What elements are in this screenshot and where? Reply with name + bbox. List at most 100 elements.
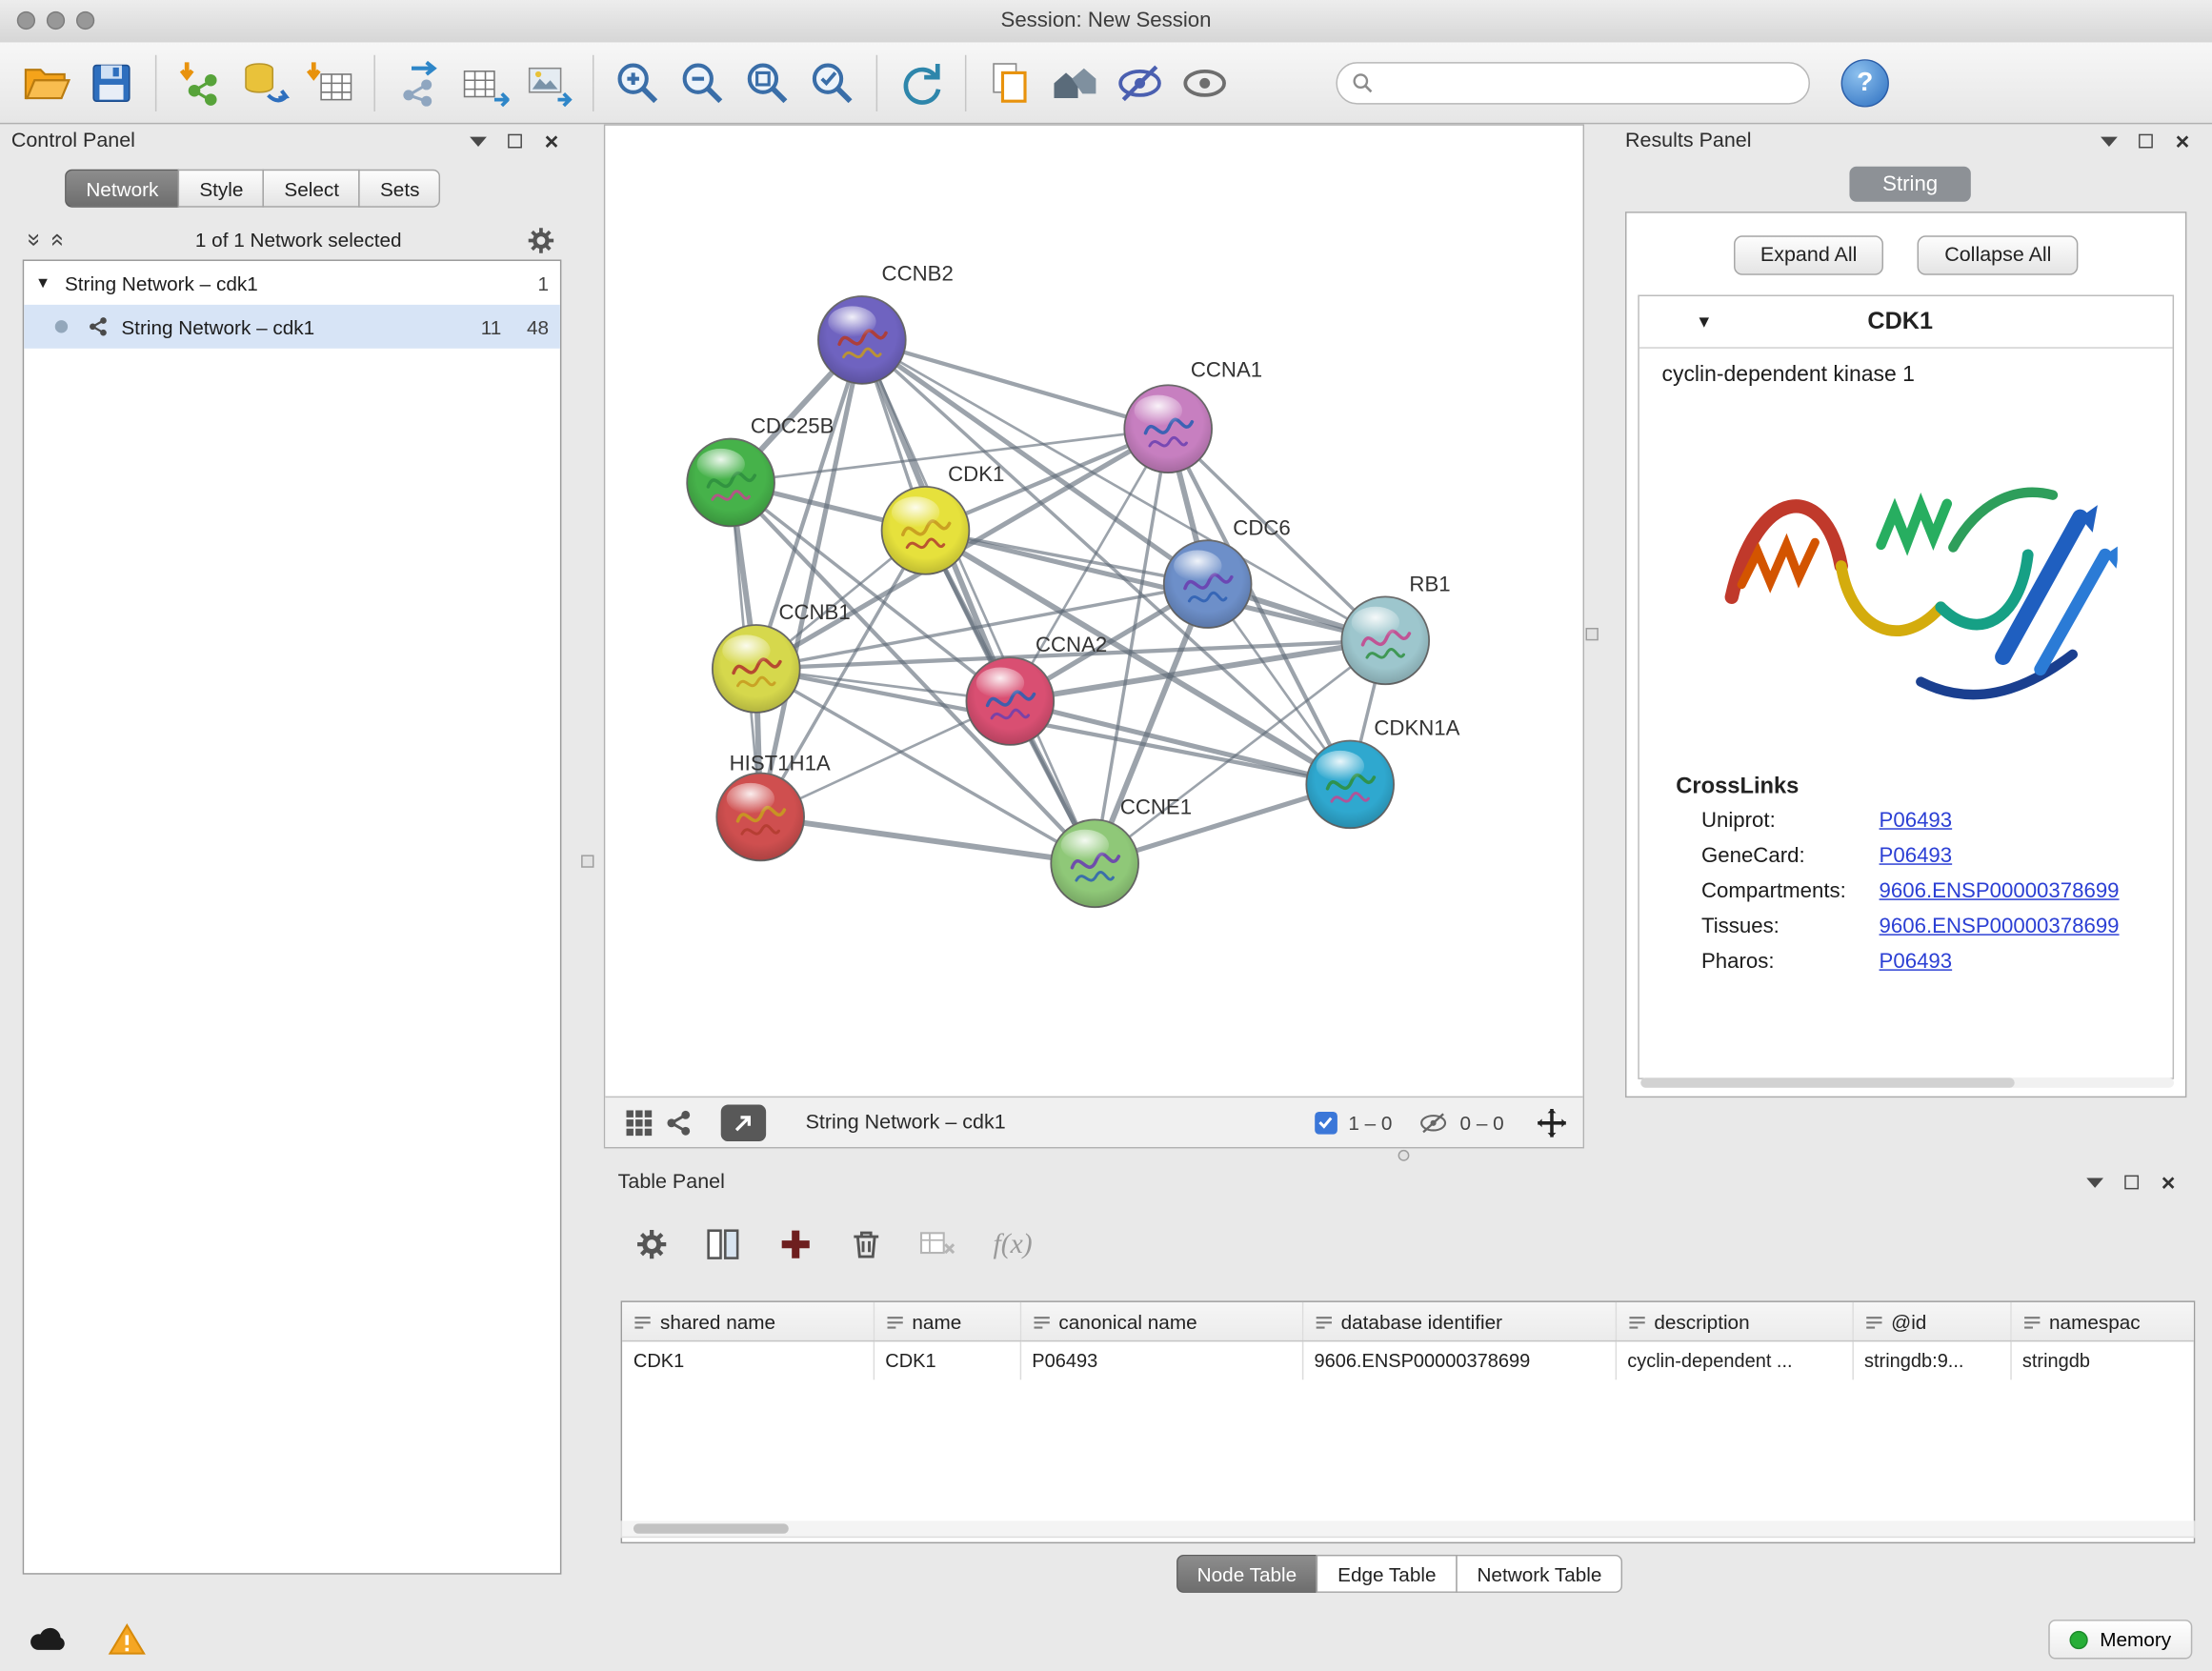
table-cell[interactable]: cyclin-dependent ... xyxy=(1616,1341,1853,1380)
network-node-hist1h1a[interactable]: HIST1H1A xyxy=(716,752,831,861)
control-panel-float-icon[interactable] xyxy=(502,129,528,154)
expand-all-networks-icon[interactable]: « xyxy=(18,227,47,252)
table-cell[interactable]: CDK1 xyxy=(874,1341,1020,1380)
control-panel-close-icon[interactable]: × xyxy=(539,129,565,154)
create-column-plus-icon[interactable] xyxy=(778,1227,813,1261)
refresh-view-button[interactable] xyxy=(889,50,954,115)
network-node-rb1[interactable]: RB1 xyxy=(1341,572,1450,684)
column-header-namespac[interactable]: namespac xyxy=(2010,1302,2195,1341)
open-in-browser-button[interactable] xyxy=(721,1104,766,1141)
memory-button[interactable]: Memory xyxy=(2049,1620,2192,1659)
import-table-button[interactable] xyxy=(297,50,362,115)
table-horizontal-scrollbar[interactable] xyxy=(621,1520,2196,1538)
network-node-ccna1[interactable]: CCNA1 xyxy=(1124,357,1262,473)
crosslink-link[interactable]: P06493 xyxy=(1880,844,1953,868)
birds-eye-view-icon[interactable] xyxy=(619,1104,658,1141)
control-panel-collapse-icon[interactable] xyxy=(466,129,492,154)
warnings-button[interactable] xyxy=(99,1617,155,1661)
tab-network[interactable]: Network xyxy=(65,170,179,208)
network-view[interactable]: CCNB2CCNA1CDC25BCDK1CDC6RB1CCNB1CCNA2CDK… xyxy=(604,124,1584,1148)
crosslink-link[interactable]: 9606.ENSP00000378699 xyxy=(1880,915,2120,938)
cloud-status-button[interactable] xyxy=(20,1617,76,1661)
expand-all-button[interactable]: Expand All xyxy=(1734,235,1884,274)
save-session-button[interactable] xyxy=(79,50,144,115)
show-columns-icon[interactable] xyxy=(705,1227,742,1261)
network-row-selected[interactable]: String Network – cdk1 11 48 xyxy=(24,305,560,349)
results-panel-close-icon[interactable]: × xyxy=(2170,129,2196,154)
tab-style[interactable]: Style xyxy=(178,170,265,208)
network-node-ccnb2[interactable]: CCNB2 xyxy=(818,262,954,384)
gene-card-expander-icon[interactable]: ▼ xyxy=(1696,312,1713,332)
collapse-all-button[interactable]: Collapse All xyxy=(1918,235,2078,274)
new-table-button[interactable] xyxy=(452,50,516,115)
network-share-icon[interactable] xyxy=(659,1104,698,1141)
first-neighbors-button[interactable] xyxy=(1042,50,1107,115)
tab-edge-table[interactable]: Edge Table xyxy=(1317,1555,1458,1593)
crosslink-link[interactable]: P06493 xyxy=(1880,950,1953,974)
crosslinks-title: CrossLinks xyxy=(1639,760,2173,802)
crosslink-link[interactable]: P06493 xyxy=(1880,809,1953,833)
delete-column-trash-icon[interactable] xyxy=(850,1227,884,1261)
table-panel-close-icon[interactable]: × xyxy=(2156,1170,2182,1196)
string-results-tab[interactable]: String xyxy=(1849,167,1970,202)
export-image-button[interactable] xyxy=(516,50,581,115)
table-cell[interactable]: P06493 xyxy=(1020,1341,1302,1380)
tab-select[interactable]: Select xyxy=(263,170,360,208)
network-canvas[interactable]: CCNB2CCNA1CDC25BCDK1CDC6RB1CCNB1CCNA2CDK… xyxy=(605,126,1582,1097)
network-node-cdkn1a[interactable]: CDKN1A xyxy=(1306,716,1459,829)
show-all-button[interactable] xyxy=(1173,50,1237,115)
results-panel-float-icon[interactable] xyxy=(2133,129,2159,154)
left-splitter-handle[interactable] xyxy=(581,855,593,867)
network-collection-row[interactable]: ▼ String Network – cdk1 1 xyxy=(24,261,560,305)
tab-node-table[interactable]: Node Table xyxy=(1176,1555,1317,1593)
table-cell[interactable]: 9606.ENSP00000378699 xyxy=(1302,1341,1616,1380)
help-button[interactable]: ? xyxy=(1841,58,1889,106)
table-panel-collapse-icon[interactable] xyxy=(2082,1170,2108,1196)
global-search-field[interactable] xyxy=(1336,61,1810,103)
right-splitter-handle[interactable] xyxy=(1586,628,1599,640)
collection-expander-icon[interactable]: ▼ xyxy=(35,274,50,292)
copy-document-button[interactable] xyxy=(977,50,1042,115)
tab-network-table[interactable]: Network Table xyxy=(1456,1555,1622,1593)
zoom-selected-button[interactable] xyxy=(800,50,865,115)
bottom-splitter-handle[interactable] xyxy=(1398,1150,1410,1161)
hidden-elements-icon[interactable] xyxy=(1418,1110,1449,1136)
new-network-button[interactable] xyxy=(387,50,452,115)
network-edge-HIST1H1A-CCNE1[interactable] xyxy=(760,816,1095,863)
zoom-fit-button[interactable] xyxy=(735,50,800,115)
fit-content-move-icon[interactable] xyxy=(1535,1105,1569,1139)
table-row[interactable]: CDK1CDK1P064939606.ENSP00000378699cyclin… xyxy=(622,1341,2195,1380)
table-options-gear-icon[interactable] xyxy=(634,1227,669,1261)
import-network-database-button[interactable] xyxy=(232,50,297,115)
open-session-button[interactable] xyxy=(14,50,79,115)
network-edge-CCNB2-CCNA1[interactable] xyxy=(862,340,1168,429)
column-header-canonical-name[interactable]: canonical name xyxy=(1020,1302,1302,1341)
network-edge-CCNB2-CCNE1[interactable] xyxy=(862,340,1095,863)
zoom-out-button[interactable] xyxy=(670,50,734,115)
column-header-database-identifier[interactable]: database identifier xyxy=(1302,1302,1616,1341)
search-input[interactable] xyxy=(1374,70,1794,94)
results-panel-collapse-icon[interactable] xyxy=(2097,129,2122,154)
table-cell[interactable]: stringdb:9... xyxy=(1852,1341,2010,1380)
network-options-gear-icon[interactable] xyxy=(526,225,555,254)
tab-sets[interactable]: Sets xyxy=(359,170,441,208)
window-titlebar[interactable]: Session: New Session xyxy=(0,0,2212,44)
column-header--id[interactable]: @id xyxy=(1852,1302,2010,1341)
column-header-name[interactable]: name xyxy=(874,1302,1020,1341)
function-builder-icon[interactable]: f(x) xyxy=(994,1228,1033,1260)
import-network-button[interactable] xyxy=(168,50,232,115)
table-cell[interactable]: stringdb xyxy=(2010,1341,2195,1380)
network-node-cdk1[interactable]: CDK1 xyxy=(882,462,1005,574)
column-header-shared-name[interactable]: shared name xyxy=(622,1302,874,1341)
selected-nodes-checkbox[interactable] xyxy=(1315,1111,1337,1134)
collapse-all-networks-icon[interactable]: « xyxy=(44,227,72,252)
table-cell[interactable]: CDK1 xyxy=(622,1341,874,1380)
network-edge-CCNB2-HIST1H1A[interactable] xyxy=(760,340,862,817)
table-panel-float-icon[interactable] xyxy=(2119,1170,2144,1196)
column-header-description[interactable]: description xyxy=(1616,1302,1853,1341)
zoom-in-button[interactable] xyxy=(605,50,670,115)
crosslink-link[interactable]: 9606.ENSP00000378699 xyxy=(1880,879,2120,903)
hide-selected-button[interactable] xyxy=(1108,50,1173,115)
results-horizontal-scrollbar[interactable] xyxy=(1640,1077,2174,1087)
network-node-cdc25b[interactable]: CDC25B xyxy=(687,414,834,527)
